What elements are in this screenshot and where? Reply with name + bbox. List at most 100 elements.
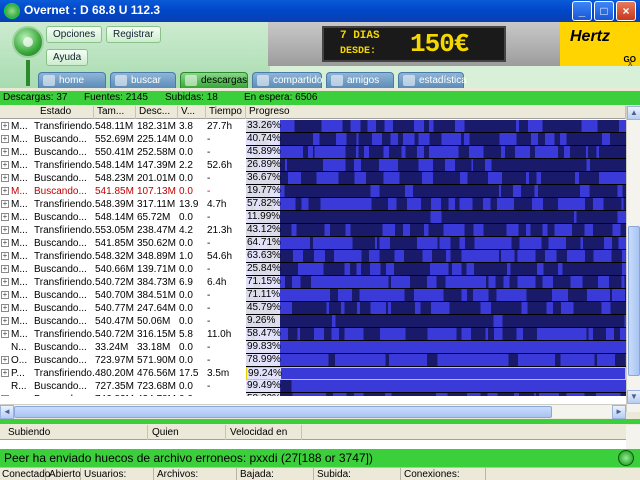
column-header-estado[interactable]: Estado [0, 106, 94, 119]
vertical-scrollbar[interactable]: ▲ ▼ [626, 106, 640, 412]
progress-percent: 11.99% [246, 211, 281, 223]
row-speed: 0.0 [179, 238, 193, 249]
file-name: M... [11, 212, 28, 223]
table-row[interactable]: + M... Buscando... 540.66M 139.71M 0.0 - 25.84% [0, 263, 626, 276]
close-button[interactable]: × [616, 1, 636, 21]
table-row[interactable]: + M... Transfiriendo... 540.72M 316.15M 5.8 11… [0, 328, 626, 341]
progress-bar: 45.79% [246, 302, 626, 315]
table-row[interactable]: + M... Buscando... 540.70M 384.51M 0.0 - 71.11% [0, 289, 626, 302]
tab-estadistica[interactable]: estadística [398, 72, 467, 88]
row-size: 548.14M [95, 160, 134, 171]
column-header-velocidad-k[interactable]: Velocidad en K... [226, 425, 302, 453]
row-status: Buscando... [34, 238, 87, 249]
scroll-up-icon[interactable]: ▲ [627, 106, 640, 120]
expand-toggle-icon[interactable]: + [1, 122, 9, 130]
ayuda-button[interactable]: Ayuda [46, 49, 89, 66]
tab-amigos[interactable]: amigos [326, 72, 394, 88]
vertical-scroll-thumb[interactable] [628, 226, 640, 376]
registrar-button[interactable]: Registrar [106, 26, 161, 43]
row-size: 541.85M [95, 238, 134, 249]
uploads-list[interactable] [0, 440, 626, 449]
horizontal-scroll-thumb[interactable] [14, 406, 552, 418]
expand-toggle-icon[interactable]: + [1, 252, 9, 260]
tab-descargas[interactable]: descargas [180, 72, 248, 88]
tab-home[interactable]: home [38, 72, 106, 88]
column-header-tamano[interactable]: Tam... [94, 106, 136, 119]
expand-toggle-icon[interactable]: + [1, 200, 9, 208]
table-row[interactable]: + M... Transfiriendo... 540.72M 384.73M 6.9 6.… [0, 276, 626, 289]
row-speed: 17.5 [179, 368, 199, 379]
expand-toggle-icon[interactable]: + [1, 330, 9, 338]
table-row[interactable]: N... Buscando... 33.24M 33.18M 0.0 - 99.83% [0, 341, 626, 354]
table-row[interactable]: + M... Buscando... 552.69M 225.14M 0.0 - 40.74% [0, 133, 626, 146]
expand-toggle-icon[interactable]: + [1, 161, 9, 169]
expand-toggle-icon[interactable]: + [1, 304, 9, 312]
row-status: Buscando... [34, 173, 87, 184]
column-header-quien[interactable]: Quien [148, 425, 226, 440]
table-row[interactable]: + M... Buscando... 540.47M 50.06M 0.0 - 9.26% [0, 315, 626, 328]
table-row[interactable]: R... Buscando... 727.35M 723.68M 0.0-99.49% [0, 380, 626, 393]
expand-toggle-icon[interactable]: + [1, 317, 9, 325]
expand-toggle-icon[interactable]: + [1, 174, 9, 182]
column-header-tiempo[interactable]: Tiempo [206, 106, 246, 119]
row-size: 548.39M [95, 199, 134, 210]
row-status: Buscando... [34, 393, 94, 396]
expand-toggle-icon[interactable]: + [1, 187, 9, 195]
tab-buscar[interactable]: buscar [110, 72, 176, 88]
expand-toggle-icon[interactable]: + [1, 395, 9, 396]
row-speed: 6.9 [179, 277, 193, 288]
expand-toggle-icon[interactable]: + [1, 239, 9, 247]
maximize-button[interactable]: □ [594, 1, 614, 21]
table-row[interactable]: +s...Buscando...746.82M434.78M0.0-58.22% [0, 393, 626, 396]
table-row[interactable]: + M... Buscando... 548.23M 201.01M 0.0 - 36.67% [0, 172, 626, 185]
table-row[interactable]: + M... Buscando... 548.14M 65.72M 0.0 - 11.99% [0, 211, 626, 224]
pane-splitter[interactable] [0, 419, 640, 424]
row-downloaded: 316.15M [137, 329, 176, 340]
table-row[interactable]: + M... Transfiriendo... 548.14M 147.39M 2.2 52… [0, 159, 626, 172]
expand-toggle-icon[interactable]: + [1, 135, 9, 143]
row-downloaded: 723.68M [137, 381, 176, 392]
minimize-button[interactable]: _ [572, 1, 592, 21]
ad-close-button[interactable]: x [628, 58, 633, 68]
progress-bar: 45.89% [246, 146, 626, 159]
expand-toggle-icon[interactable]: + [1, 213, 9, 221]
table-row[interactable]: + M... Transfiriendo... 548.39M 317.11M 13.9 4… [0, 198, 626, 211]
expand-toggle-icon[interactable]: + [1, 265, 9, 273]
row-size: 540.72M [95, 277, 134, 288]
tab-compartido[interactable]: compartido [252, 72, 322, 88]
horizontal-scrollbar[interactable]: ◄ ► [0, 404, 626, 419]
expand-toggle-icon[interactable]: + [1, 148, 9, 156]
expand-toggle-icon[interactable]: + [1, 278, 9, 286]
table-row[interactable]: + M... Buscando... 540.77M 247.64M 0.0 - 45.79% [0, 302, 626, 315]
table-row[interactable]: + P... Transfiriendo... 480.20M 476.56M 17.5 3… [0, 367, 626, 380]
opciones-button[interactable]: Opciones [46, 26, 103, 43]
uploads-scrollbar[interactable] [626, 425, 640, 449]
row-time: - [207, 212, 211, 223]
expand-toggle-icon[interactable]: + [1, 226, 9, 234]
table-row[interactable]: + M... Buscando... 550.41M 252.58M 0.0 - 45.89% [0, 146, 626, 159]
table-row[interactable]: + M... Buscando... 541.85M 350.62M 0.0 - 64.71% [0, 237, 626, 250]
scroll-left-icon[interactable]: ◄ [0, 405, 14, 419]
row-downloaded: 147.39M [137, 160, 176, 171]
table-row[interactable]: + M... Buscando... 541.85M 107.13M 0.0 - 19.77% [0, 185, 626, 198]
column-header-velocidad[interactable]: V... [178, 106, 206, 119]
table-row[interactable]: + M... Transfiriendo... 548.32M 348.89M 1.0 54… [0, 250, 626, 263]
column-header-subiendo[interactable]: Subiendo [4, 425, 148, 440]
advertisement-banner[interactable]: 7 DIAS DESDE: 150€ Hertz GO [268, 22, 640, 66]
row-downloaded: 384.73M [137, 277, 176, 288]
table-row[interactable]: + M... Transfiriendo... 553.05M 238.47M 4.2 21… [0, 224, 626, 237]
downloads-table[interactable]: Estado Tam... Desc... V... Tiempo Progre… [0, 106, 640, 412]
expand-toggle-icon[interactable]: + [1, 369, 9, 377]
row-size: 541.85M [95, 186, 134, 197]
column-header-descargado[interactable]: Desc... [136, 106, 178, 119]
expand-toggle-icon[interactable]: + [1, 356, 9, 364]
row-time: 52.6h [207, 160, 233, 171]
table-row[interactable]: + M... Transfiriendo... 548.11M 182.31M 3.8 27… [0, 120, 626, 133]
progress-percent: 45.79% [246, 302, 281, 314]
scroll-down-icon[interactable]: ▼ [627, 390, 640, 404]
tab-label: home [59, 75, 85, 86]
scroll-right-icon[interactable]: ► [612, 405, 626, 419]
expand-toggle-icon[interactable]: + [1, 291, 9, 299]
table-row[interactable]: + O... Buscando... 723.97M 571.90M 0.0 - 78.99% [0, 354, 626, 367]
column-header-progreso[interactable]: Progreso [246, 106, 626, 119]
